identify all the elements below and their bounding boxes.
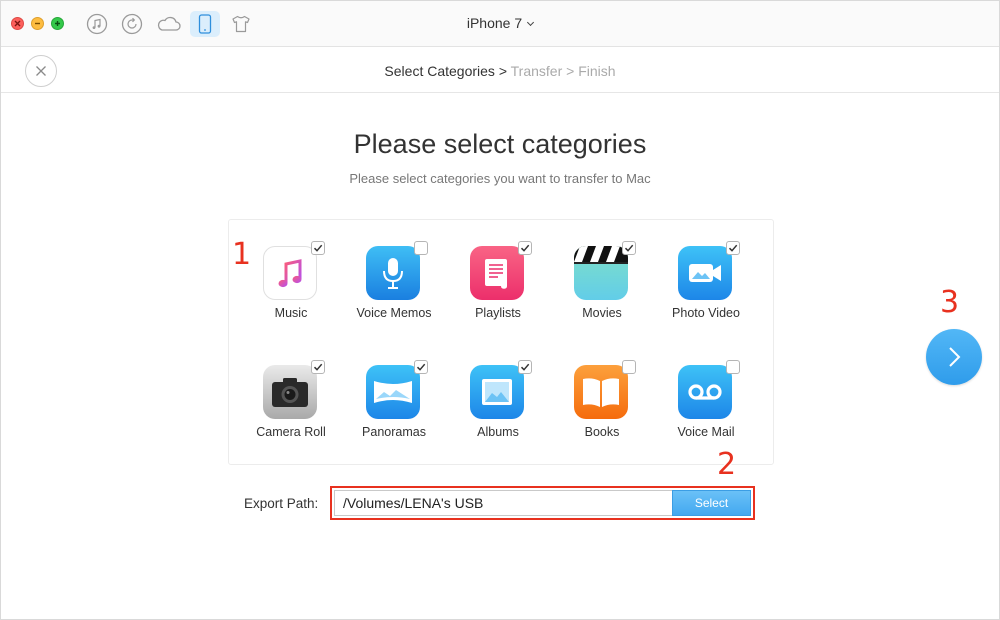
app-window: iPhone 7 Select Categories > Transfer > … (0, 0, 1000, 620)
category-voice-mail[interactable]: Voice Mail (654, 359, 758, 469)
checkmark-icon (520, 244, 530, 252)
category-checkbox[interactable] (622, 241, 636, 255)
select-path-button[interactable]: Select (672, 490, 751, 516)
chevron-down-icon (527, 18, 535, 27)
device-name: iPhone 7 (466, 15, 523, 31)
category-camera-roll[interactable]: Camera Roll (239, 359, 343, 469)
step-bar: Select Categories > Transfer > Finish (1, 47, 999, 93)
checkmark-icon (416, 363, 426, 371)
category-label: Voice Mail (677, 425, 735, 439)
category-label: Voice Memos (356, 306, 432, 320)
panorama-icon (366, 365, 420, 419)
voicemail-icon (678, 365, 732, 419)
device-selector[interactable]: iPhone 7 (1, 15, 999, 31)
category-photo-video[interactable]: Photo Video (654, 240, 758, 350)
category-label: Camera Roll (256, 425, 326, 439)
category-panoramas[interactable]: Panoramas (342, 359, 446, 469)
category-checkbox[interactable] (622, 360, 636, 374)
breadcrumb: Select Categories > Transfer > Finish (1, 63, 999, 79)
annotation-step-2: 2 (717, 447, 737, 482)
category-playlists[interactable]: Playlists (446, 240, 550, 350)
category-checkbox[interactable] (518, 241, 532, 255)
clapperboard-icon (574, 246, 628, 300)
annotation-step-3: 3 (940, 285, 960, 320)
category-movies[interactable]: Movies (550, 240, 654, 350)
category-books[interactable]: Books (550, 359, 654, 469)
category-label: Movies (582, 306, 622, 320)
category-checkbox[interactable] (726, 360, 740, 374)
video-camera-icon (678, 246, 732, 300)
breadcrumb-step-finish: Finish (578, 63, 616, 79)
breadcrumb-separator: > (494, 63, 511, 79)
category-label: Music (274, 306, 308, 320)
category-label: Books (584, 425, 620, 439)
album-icon (470, 365, 524, 419)
breadcrumb-step-transfer: Transfer (510, 63, 563, 79)
category-albums[interactable]: Albums (446, 359, 550, 469)
checkmark-icon (520, 363, 530, 371)
checkmark-icon (728, 244, 738, 252)
category-checkbox[interactable] (726, 241, 740, 255)
export-path-input[interactable] (334, 490, 672, 516)
page-subtitle: Please select categories you want to tra… (349, 171, 651, 186)
category-music[interactable]: Music (239, 240, 343, 350)
chevron-right-icon (949, 347, 961, 367)
category-checkbox[interactable] (518, 360, 532, 374)
breadcrumb-separator: > (562, 63, 579, 79)
checkmark-icon (313, 244, 323, 252)
category-voice-memos[interactable]: Voice Memos (342, 240, 446, 350)
category-label: Albums (477, 425, 519, 439)
page-title: Please select categories (353, 129, 647, 159)
checkmark-icon (624, 244, 634, 252)
book-icon (574, 365, 628, 419)
export-path-label: Export Path: (244, 496, 319, 511)
category-label: Playlists (475, 306, 521, 320)
category-checkbox[interactable] (311, 360, 325, 374)
annotation-step-1: 1 (232, 237, 252, 272)
category-label: Photo Video (672, 306, 740, 320)
checkmark-icon (313, 363, 323, 371)
microphone-icon (366, 246, 420, 300)
next-button[interactable] (926, 329, 982, 385)
music-app-icon (263, 246, 317, 300)
category-checkbox[interactable] (311, 241, 325, 255)
playlist-icon (470, 246, 524, 300)
category-label: Panoramas (362, 425, 426, 439)
categories-panel: Music Voice Memos Playlists Movies Photo… (228, 219, 774, 465)
category-checkbox[interactable] (414, 360, 428, 374)
title-bar: iPhone 7 (1, 1, 999, 47)
breadcrumb-step-select: Select Categories (384, 63, 495, 79)
camera-icon (263, 365, 317, 419)
category-checkbox[interactable] (414, 241, 428, 255)
